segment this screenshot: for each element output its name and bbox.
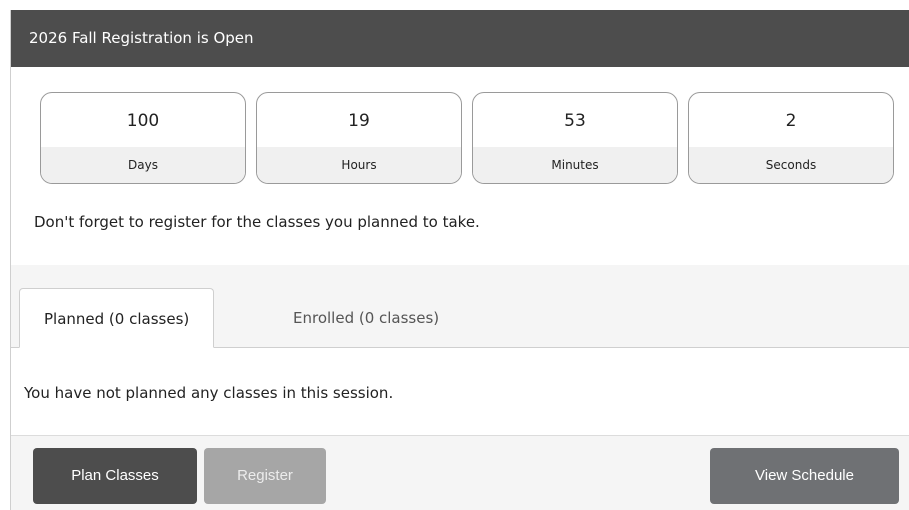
countdown-value: 53 bbox=[564, 111, 586, 131]
countdown-timer: 100 Days 19 Hours 53 Minutes 2 Seconds bbox=[40, 92, 894, 184]
registration-panel: 2026 Fall Registration is Open 100 Days … bbox=[10, 10, 909, 510]
plan-classes-button[interactable]: Plan Classes bbox=[33, 448, 197, 504]
tab-planned[interactable]: Planned (0 classes) bbox=[19, 288, 215, 348]
view-schedule-button[interactable]: View Schedule bbox=[710, 448, 899, 504]
action-footer: Plan Classes Register View Schedule bbox=[11, 435, 909, 510]
countdown-value: 2 bbox=[785, 111, 797, 131]
register-button[interactable]: Register bbox=[204, 448, 326, 504]
countdown-value: 19 bbox=[348, 111, 370, 131]
empty-state-message: You have not planned any classes in this… bbox=[24, 384, 394, 402]
tab-enrolled[interactable]: Enrolled (0 classes) bbox=[267, 288, 465, 348]
countdown-unit: Hours bbox=[257, 147, 461, 183]
countdown-minutes: 53 Minutes bbox=[472, 92, 678, 184]
reminder-text: Don't forget to register for the classes… bbox=[34, 213, 480, 231]
countdown-seconds: 2 Seconds bbox=[688, 92, 894, 184]
countdown-hours: 19 Hours bbox=[256, 92, 462, 184]
countdown-unit: Minutes bbox=[473, 147, 677, 183]
class-tabs: Planned (0 classes) Enrolled (0 classes) bbox=[11, 265, 909, 348]
registration-title: 2026 Fall Registration is Open bbox=[29, 29, 254, 47]
countdown-days: 100 Days bbox=[40, 92, 246, 184]
panel-header: 2026 Fall Registration is Open bbox=[11, 10, 909, 67]
countdown-unit: Seconds bbox=[689, 147, 893, 183]
countdown-unit: Days bbox=[41, 147, 245, 183]
countdown-value: 100 bbox=[126, 111, 160, 131]
